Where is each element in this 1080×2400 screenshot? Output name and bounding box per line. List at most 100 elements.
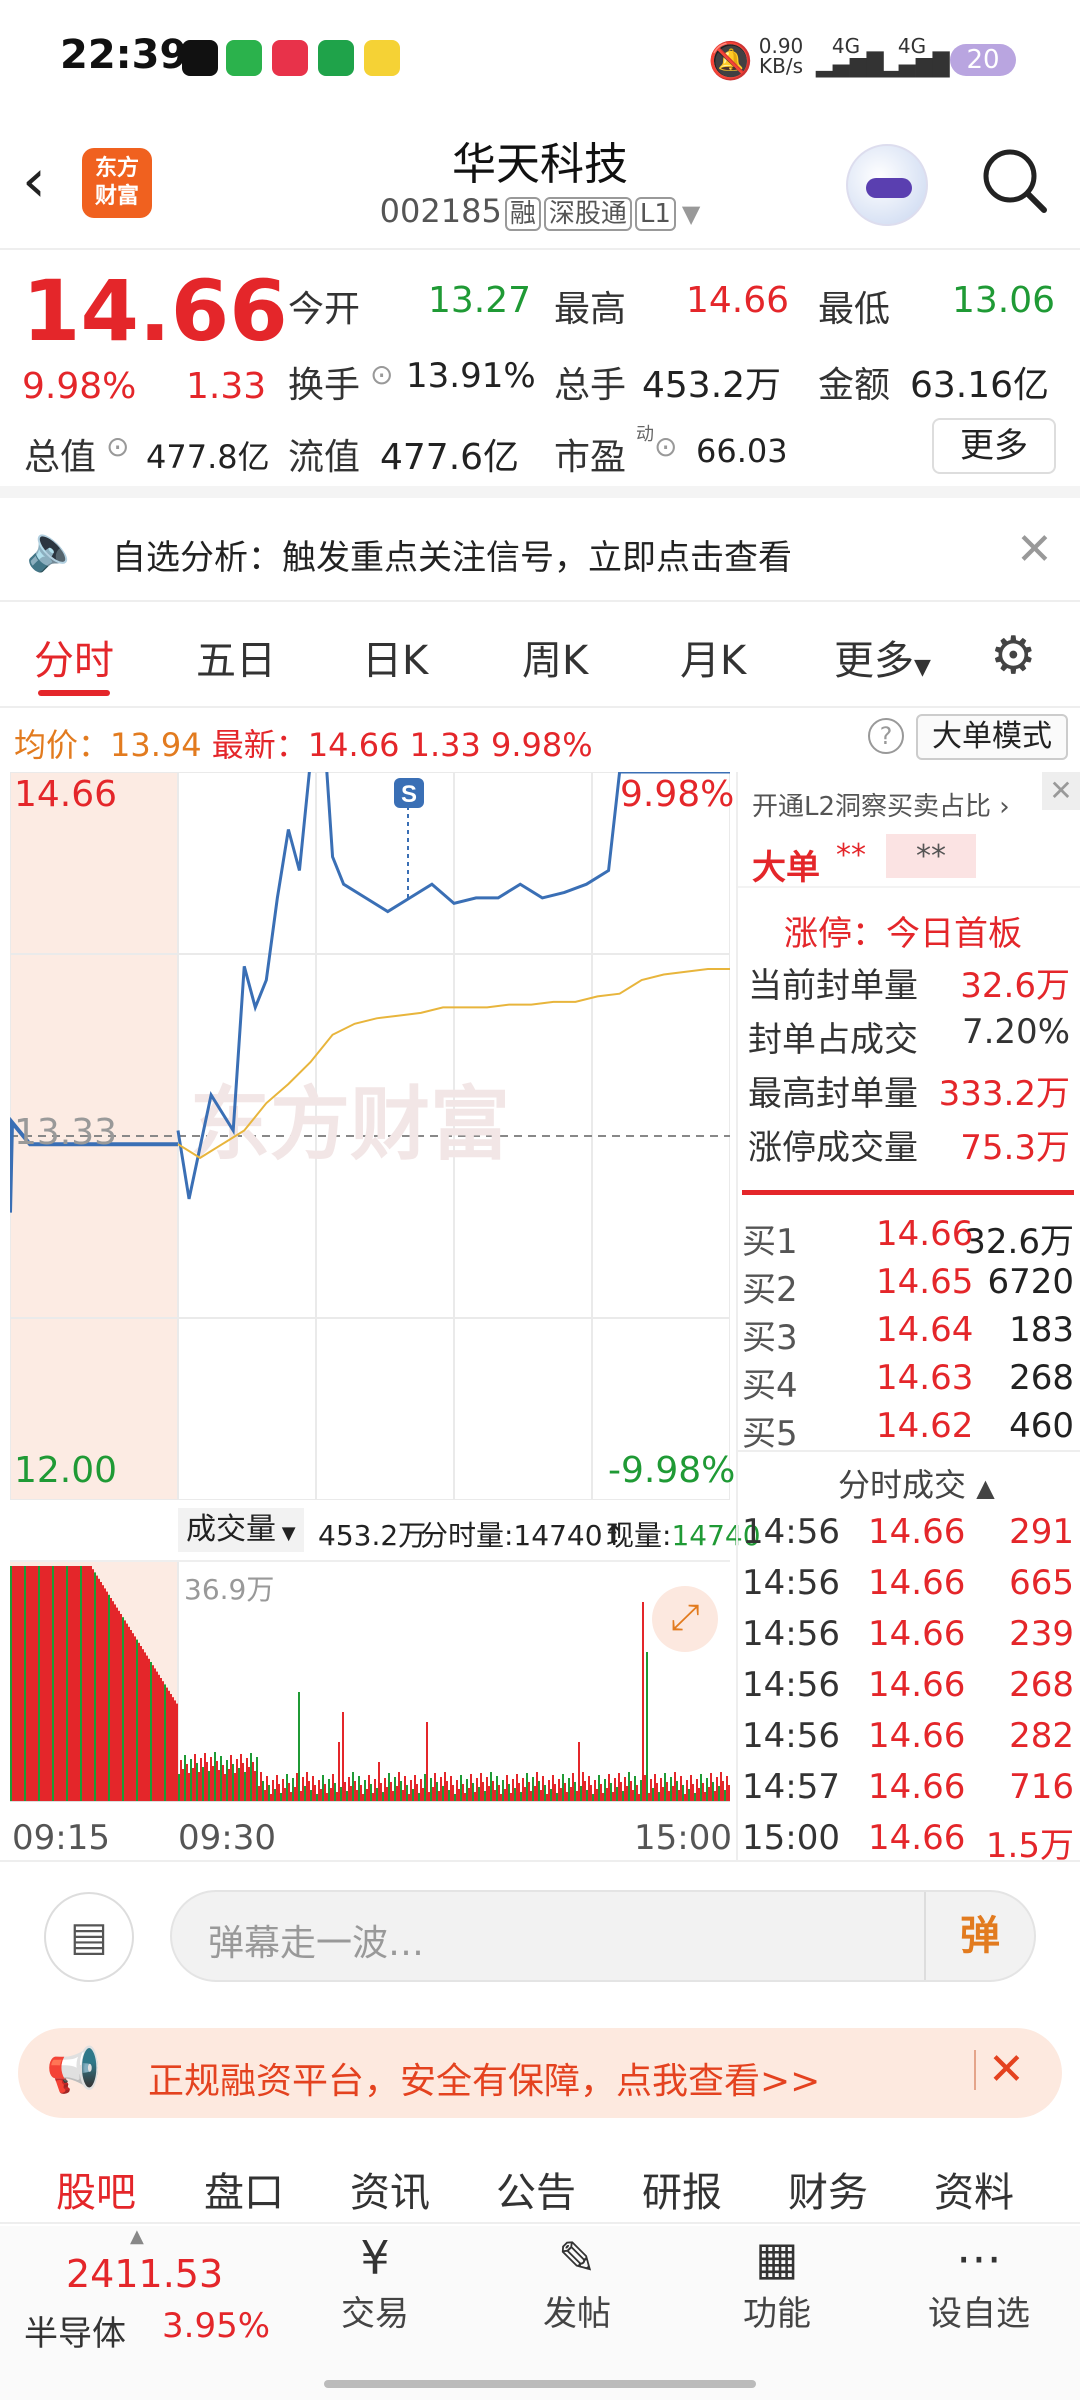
close-icon[interactable]: ✕ xyxy=(1042,772,1080,810)
index-value[interactable]: 2411.53 xyxy=(66,2252,223,2296)
volume-bar xyxy=(226,1760,228,1802)
nav-trade[interactable]: ¥ 交易 xyxy=(310,2230,440,2335)
volume-chart[interactable] xyxy=(10,1562,730,1802)
volume-bar xyxy=(16,1566,18,1802)
help-icon[interactable]: ? xyxy=(868,718,904,754)
pct-max-label: 9.98% xyxy=(620,774,735,815)
robot-assistant-icon[interactable] xyxy=(846,144,928,226)
volume-bar xyxy=(710,1773,712,1802)
volume-bar xyxy=(436,1782,438,1802)
bid-volume: 183 xyxy=(1009,1310,1074,1350)
tab-announcements[interactable]: 公告 xyxy=(496,2160,576,2218)
danmu-send-button[interactable]: 弹 xyxy=(924,1892,1034,1980)
volume-bar xyxy=(652,1788,654,1802)
info-icon[interactable]: ⊙ xyxy=(370,358,393,391)
volume-bar xyxy=(296,1773,298,1802)
volume-bar xyxy=(496,1776,498,1802)
volume-bar xyxy=(684,1794,686,1802)
volume-bar xyxy=(106,1591,108,1802)
volume-bar xyxy=(310,1790,312,1802)
tab-5day[interactable]: 五日 xyxy=(196,628,276,686)
gear-icon[interactable]: ⚙ xyxy=(990,626,1037,686)
volume-bar xyxy=(446,1781,448,1802)
volume-bar xyxy=(382,1792,384,1802)
nav-post[interactable]: ✎ 发帖 xyxy=(512,2230,642,2335)
volume-bar xyxy=(110,1598,112,1802)
volume-bar xyxy=(168,1690,170,1802)
tab-monthly-k[interactable]: 月K xyxy=(680,628,746,686)
tab-intraday[interactable]: 分时 xyxy=(34,628,114,686)
info-icon[interactable]: ⊙ xyxy=(106,430,129,463)
volume-bar xyxy=(184,1755,186,1802)
volume-bar xyxy=(444,1772,446,1802)
ticks-title[interactable]: 分时成交 ▲ xyxy=(838,1460,995,1506)
danmu-settings-icon[interactable]: ▤ xyxy=(44,1892,134,1982)
volume-indicator-select[interactable]: 成交量 ▼ xyxy=(178,1508,304,1552)
volume-bar xyxy=(528,1782,530,1802)
volume-bar xyxy=(374,1779,376,1802)
volume-bar xyxy=(144,1652,146,1802)
volume-bar xyxy=(650,1779,652,1802)
search-icon[interactable] xyxy=(980,146,1050,216)
tab-daily-k[interactable]: 日K xyxy=(362,628,428,686)
tab-more[interactable]: 更多▼ xyxy=(834,628,931,686)
volume-bar xyxy=(400,1781,402,1802)
tab-research[interactable]: 研报 xyxy=(642,2160,722,2218)
open-label: 今开 xyxy=(288,289,361,330)
volume-bar xyxy=(222,1765,224,1802)
volume-bar xyxy=(718,1786,720,1802)
turnover-value: 13.91% xyxy=(406,356,536,396)
volume-bar xyxy=(68,1566,70,1802)
volume-bar xyxy=(78,1566,80,1802)
volume-bar xyxy=(480,1773,482,1802)
latest-value: 14.66 xyxy=(307,726,400,764)
tab-news[interactable]: 资讯 xyxy=(350,2160,430,2218)
alert-text[interactable]: 自选分析：触发重点关注信号，立即点击查看 xyxy=(112,530,792,579)
price-max-label: 14.66 xyxy=(14,774,118,815)
tab-weekly-k[interactable]: 周K xyxy=(522,628,588,686)
index-name[interactable]: 半导体 xyxy=(24,2306,126,2355)
expand-icon[interactable]: ⤢ xyxy=(652,1586,718,1652)
volume-bar xyxy=(542,1776,544,1802)
info-icon[interactable]: ⊙ xyxy=(654,430,677,463)
nav-add-watchlist[interactable]: ⋯ 设自选 xyxy=(914,2230,1044,2335)
volume-bar xyxy=(512,1779,514,1802)
bid-volume: 460 xyxy=(1009,1406,1074,1446)
tab-forum[interactable]: 股吧 xyxy=(56,2160,136,2218)
volume-bar xyxy=(224,1774,226,1802)
volume-bar xyxy=(656,1783,658,1802)
volume-bar xyxy=(632,1790,634,1802)
volume-bar xyxy=(658,1792,660,1802)
volume-bar xyxy=(412,1789,414,1802)
caret-up-icon: ▲ xyxy=(130,2226,144,2247)
volume-bar xyxy=(198,1772,200,1802)
volume-bar xyxy=(140,1646,142,1802)
tab-profile[interactable]: 资料 xyxy=(934,2160,1014,2218)
tab-finance[interactable]: 财务 xyxy=(788,2160,868,2218)
tab-orderbook[interactable]: 盘口 xyxy=(204,2160,284,2218)
promo-text[interactable]: 正规融资平台，安全有保障，点我查看>> xyxy=(148,2052,820,2104)
volume-bar xyxy=(664,1773,666,1802)
close-icon[interactable]: ✕ xyxy=(1016,524,1053,575)
mktcap-label: 总值 xyxy=(24,437,97,478)
volume-bar xyxy=(256,1757,258,1802)
volume-bar xyxy=(186,1764,188,1802)
intraday-chart[interactable]: 东方财富 S xyxy=(10,772,730,1500)
volume-bar xyxy=(538,1781,540,1802)
volume-bar xyxy=(232,1764,234,1802)
volume-bar xyxy=(384,1778,386,1802)
close-icon[interactable]: ✕ xyxy=(988,2044,1025,2095)
volume-bar xyxy=(18,1566,20,1802)
danmu-input[interactable]: 弹幕走一波… 弹 xyxy=(170,1890,1036,1982)
grid-icon: ▦ xyxy=(755,2231,799,2285)
volume-bar xyxy=(300,1791,302,1802)
l2-link[interactable]: 开通L2洞察买卖占比 › xyxy=(752,786,1010,823)
more-button[interactable]: 更多 xyxy=(932,418,1056,474)
volume-bar xyxy=(112,1601,114,1802)
volume-bar xyxy=(704,1792,706,1802)
volume-bar xyxy=(190,1759,192,1802)
nav-functions[interactable]: ▦ 功能 xyxy=(712,2230,842,2335)
volume-bar xyxy=(54,1566,56,1802)
volume-bar xyxy=(380,1783,382,1802)
big-order-mode-button[interactable]: 大单模式 xyxy=(916,714,1068,760)
